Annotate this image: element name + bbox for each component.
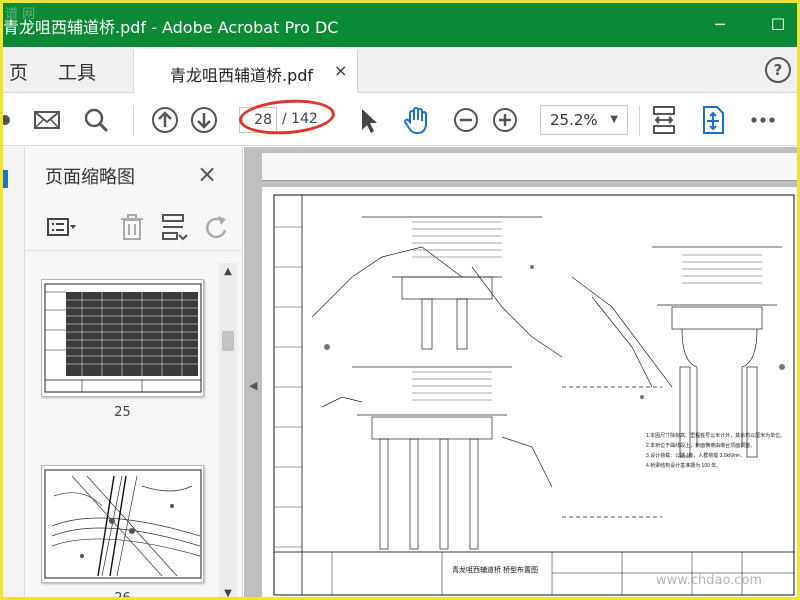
thumbnail-label: 26 [114,591,131,600]
panel-title: 页面缩略图 [45,167,135,188]
cut-off-icon [3,104,21,136]
zoom-out-icon[interactable] [450,104,482,136]
thumbnail-options-icon[interactable] [45,211,77,243]
svg-text:2.本桥位于曲线段上，桥面横坡由墩台顶面调整。: 2.本桥位于曲线段上，桥面横坡由墩台顶面调整。 [646,442,755,449]
svg-text:4.桥梁结构设计基准期为 100 年。: 4.桥梁结构设计基准期为 100 年。 [646,462,721,469]
thumbnail-page-26[interactable] [41,465,204,583]
thumbnail-panel: 页面缩略图 × 25 26 ▲ ▼ [25,147,243,600]
page-down-icon[interactable] [188,104,220,136]
thumbnail-scrollbar[interactable]: ▲ ▼ [219,263,237,597]
engineering-drawing: 1.本图尺寸除标高、里程桩号以米计外，其余均以厘米为单位。 2.本桥位于曲线段上… [262,187,797,597]
zoom-value: 25.2% [550,111,598,129]
window-title: 青龙咀西辅道桥.pdf - Adobe Acrobat Pro DC [3,18,339,37]
trash-icon[interactable] [116,211,148,243]
tab-row: 页 工具 青龙咀西辅道桥.pdf × ? [3,47,797,93]
page-thumbnails-nav-icon[interactable] [3,162,25,222]
site-watermark: www.chdao.com [656,573,763,588]
thumbnail-label: 25 [114,405,131,420]
select-cursor-icon[interactable] [353,104,385,136]
scroll-up-icon[interactable]: ▲ [219,263,237,281]
svg-text:1.本图尺寸除标高、里程桩号以米计外，其余均以厘米为单位。: 1.本图尺寸除标高、里程桩号以米计外，其余均以厘米为单位。 [646,432,785,439]
page-up-icon[interactable] [149,104,181,136]
panel-toolbar [25,203,243,251]
rotate-icon[interactable] [200,211,232,243]
toolbar-separator [133,106,134,136]
tab-close-button[interactable]: × [334,61,347,80]
scrollbar-thumb[interactable] [222,331,234,351]
svg-text:3.设计荷载：公路-I级，人群荷载 3.0kN/m²。: 3.设计荷载：公路-I级，人群荷载 3.0kN/m²。 [646,452,745,459]
search-icon[interactable] [80,104,112,136]
hand-tool-icon[interactable] [401,104,433,136]
menu-home[interactable]: 页 [9,58,28,85]
fit-page-icon[interactable] [648,104,680,136]
extract-page-icon[interactable] [158,211,190,243]
thumbnail-page-25[interactable] [41,279,204,397]
maximize-button[interactable]: ☐ [767,15,789,35]
panel-close-button[interactable]: × [197,160,217,188]
red-annotation-ellipse [237,96,337,138]
drawing-caption: 青龙咀西辅道桥 桥型布置图 [452,565,538,574]
more-icon[interactable] [747,104,779,136]
document-area[interactable]: ◀ 1.本图尺寸除标高、里程桩号以米计外，其余均以厘米为单位。 2.本桥位于曲线… [244,147,797,597]
mail-icon[interactable] [31,104,63,136]
collapse-panel-icon[interactable]: ◀ [249,379,257,392]
zoom-select[interactable]: 25.2% ▼ [540,105,628,135]
left-nav-strip [3,147,25,597]
thumbnail-list: 25 26 [25,255,225,600]
title-bar: 谱 网 青龙咀西辅道桥.pdf - Adobe Acrobat Pro DC ─… [3,3,797,47]
app-window: 谱 网 青龙咀西辅道桥.pdf - Adobe Acrobat Pro DC ─… [0,0,800,600]
pdf-page-view[interactable]: 1.本图尺寸除标高、里程桩号以米计外，其余均以厘米为单位。 2.本桥位于曲线段上… [262,187,797,597]
toolbar: 28 / 142 25.2% ▼ [3,94,797,146]
previous-page-edge [262,153,797,181]
document-tab-label: 青龙咀西辅道桥.pdf [170,66,314,85]
toolbar-separator [639,106,640,136]
menu-tools[interactable]: 工具 [58,58,96,85]
scroll-mode-icon[interactable] [697,104,729,136]
scroll-down-icon[interactable]: ▼ [219,585,237,597]
minimize-button[interactable]: ─ [709,15,731,35]
zoom-in-icon[interactable] [489,104,521,136]
document-tab[interactable]: 青龙咀西辅道桥.pdf × [133,49,358,93]
chevron-down-icon: ▼ [610,114,618,125]
help-button[interactable]: ? [765,57,791,83]
